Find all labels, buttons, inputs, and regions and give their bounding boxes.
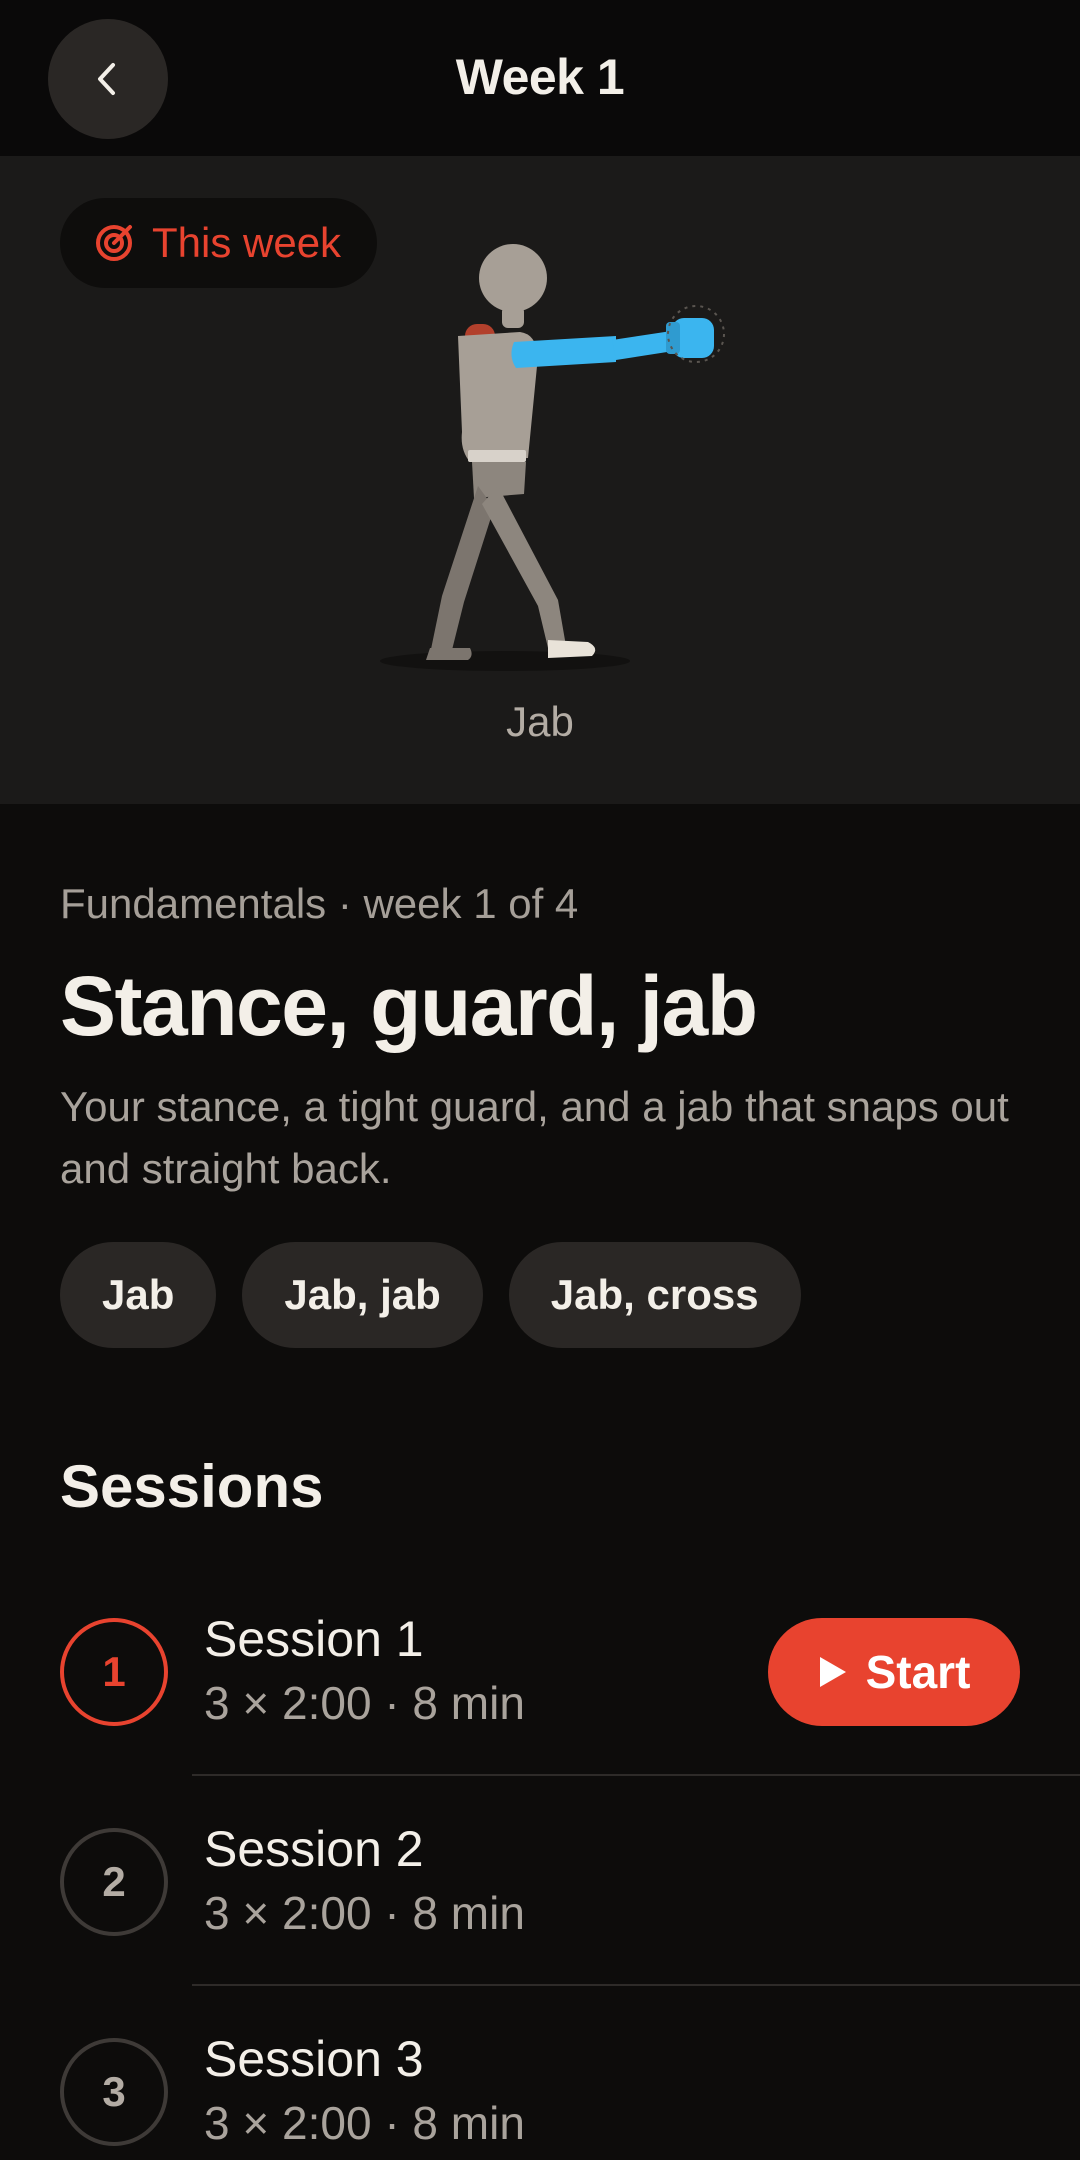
combo-chip[interactable]: Jab, cross <box>508 1242 801 1348</box>
session-row[interactable]: 2 Session 2 3 × 2:00 · 8 min <box>0 1776 1080 1986</box>
this-week-label: This week <box>152 219 342 266</box>
start-label: Start <box>865 1646 971 1698</box>
sessions-heading: Sessions <box>60 1453 324 1520</box>
session-row[interactable]: 1 Session 1 3 × 2:00 · 8 min Start <box>0 1566 1080 1776</box>
page-title: Week 1 <box>455 49 625 105</box>
this-week-badge: This week <box>60 198 378 288</box>
combo-chip[interactable]: Jab, jab <box>242 1242 483 1348</box>
session-number-badge: 2 <box>60 1828 168 1936</box>
illustration-caption: Jab <box>506 698 574 745</box>
session-detail: 3 × 2:00 · 8 min <box>204 2097 525 2149</box>
session-row[interactable]: 3 Session 3 3 × 2:00 · 8 min <box>0 1986 1080 2160</box>
session-detail: 3 × 2:00 · 8 min <box>204 1887 525 1939</box>
session-name: Session 1 <box>204 1611 424 1667</box>
combo-chip[interactable]: Jab <box>60 1242 217 1348</box>
session-detail: 3 × 2:00 · 8 min <box>204 1677 525 1729</box>
program-meta: Fundamentals · week 1 of 4 <box>60 880 579 927</box>
week-description: Your stance, a tight guard, and a jab th… <box>60 1083 1009 1192</box>
session-number-badge: 1 <box>60 1618 168 1726</box>
week-headline: Stance, guard, jab <box>60 959 758 1053</box>
start-session-button[interactable]: Start <box>768 1618 1020 1726</box>
session-name: Session 2 <box>204 1821 424 1877</box>
boxer-jab-illustration <box>380 244 725 671</box>
top-bar: Week 1 <box>0 0 1080 156</box>
session-name: Session 3 <box>204 2031 424 2087</box>
hero-illustration-panel: This week Jab <box>0 156 1080 804</box>
target-icon <box>96 225 132 261</box>
app-screen: Week 1 This week Jab Fundamentals · week… <box>0 0 1080 2160</box>
session-number-badge: 3 <box>60 2038 168 2146</box>
combo-chips: Jab Jab, jab Jab, cross <box>60 1242 801 1348</box>
play-icon <box>819 1657 846 1687</box>
